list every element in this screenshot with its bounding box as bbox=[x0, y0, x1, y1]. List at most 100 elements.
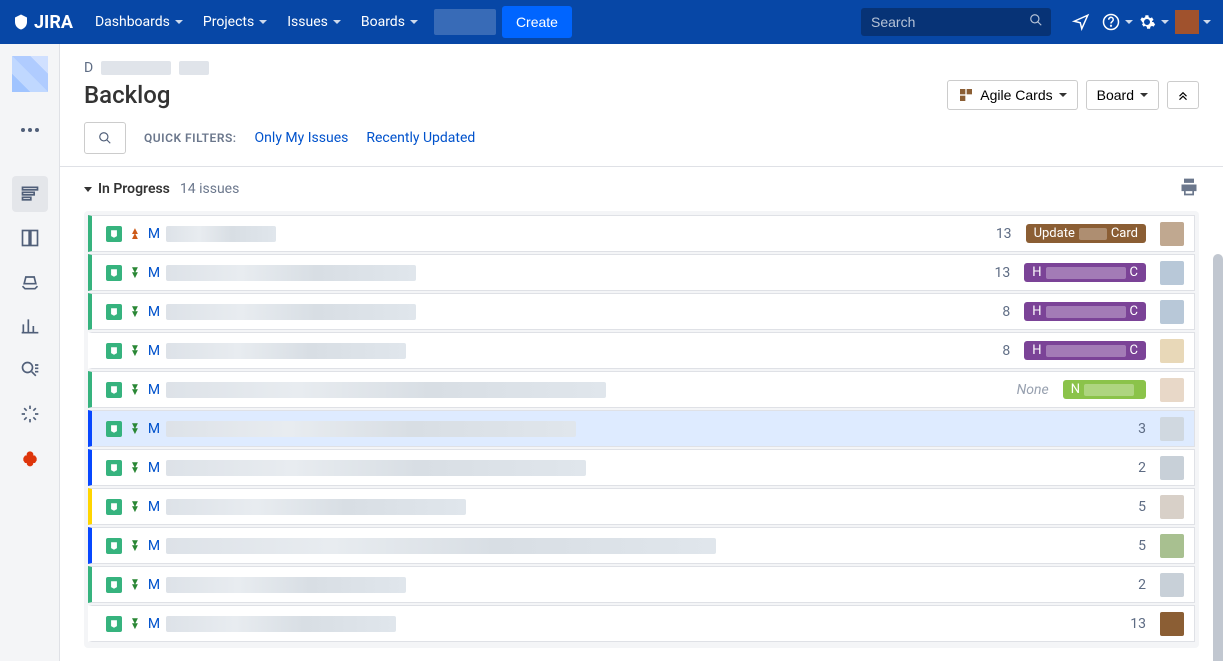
issue-type-icon bbox=[106, 421, 122, 437]
issue-row[interactable]: ▼▼ M 2 bbox=[88, 566, 1195, 603]
quick-filters-label: QUICK FILTERS: bbox=[144, 131, 237, 145]
caret-down-icon bbox=[410, 20, 418, 24]
issue-summary-blur bbox=[166, 382, 606, 398]
nav-boards[interactable]: Boards bbox=[351, 0, 428, 44]
nav-projects[interactable]: Projects bbox=[193, 0, 277, 44]
epic-badge[interactable]: HC bbox=[1024, 302, 1146, 321]
caret-down-icon bbox=[1140, 93, 1148, 97]
issue-row[interactable]: ▲▲ M 13 UpdateCard bbox=[88, 215, 1195, 252]
rail-backlog-icon[interactable] bbox=[12, 176, 48, 212]
help-icon[interactable] bbox=[1101, 6, 1133, 38]
issue-summary-blur bbox=[166, 343, 406, 359]
story-points: 8 bbox=[980, 343, 1010, 359]
filter-only-my-issues[interactable]: Only My Issues bbox=[255, 130, 349, 146]
story-points: 2 bbox=[1116, 460, 1146, 476]
issue-row[interactable]: ▼▼ M 5 bbox=[88, 488, 1195, 525]
issue-row[interactable]: ▼▼ M 13 HC bbox=[88, 254, 1195, 291]
issue-row[interactable]: ▼▼ M None N bbox=[88, 371, 1195, 408]
assignee-avatar[interactable] bbox=[1160, 378, 1184, 402]
assignee-avatar[interactable] bbox=[1160, 612, 1184, 636]
nav-issues[interactable]: Issues bbox=[277, 0, 351, 44]
assignee-avatar[interactable] bbox=[1160, 495, 1184, 519]
breadcrumb-first: D bbox=[84, 60, 93, 76]
caret-down-icon bbox=[1059, 93, 1067, 97]
rail-more-icon[interactable] bbox=[12, 112, 48, 148]
assignee-avatar[interactable] bbox=[1160, 222, 1184, 246]
issue-row[interactable]: ▼▼ M 2 bbox=[88, 449, 1195, 486]
page-header: D Backlog Agile Cards Board QUICK FILTER… bbox=[60, 44, 1223, 167]
assignee-avatar[interactable] bbox=[1160, 300, 1184, 324]
issue-type-icon bbox=[106, 226, 122, 242]
caret-down-icon bbox=[333, 20, 341, 24]
issue-row[interactable]: ▼▼ M 5 bbox=[88, 527, 1195, 564]
jira-logo[interactable]: JIRA bbox=[12, 12, 73, 33]
nav-dashboards[interactable]: Dashboards bbox=[85, 0, 193, 44]
breadcrumb: D bbox=[84, 60, 1199, 76]
caret-down-icon bbox=[175, 20, 183, 24]
issue-type-icon bbox=[106, 343, 122, 359]
issue-row[interactable]: ▼▼ M 13 bbox=[88, 605, 1195, 642]
story-points: 13 bbox=[982, 226, 1012, 242]
issue-summary-blur bbox=[166, 304, 416, 320]
issue-key: M bbox=[148, 382, 160, 398]
scrollbar[interactable] bbox=[1213, 254, 1223, 661]
rail-bug-icon[interactable] bbox=[12, 440, 48, 476]
issue-row[interactable]: ▼▼ M 8 HC bbox=[88, 332, 1195, 369]
rail-board-icon[interactable] bbox=[12, 220, 48, 256]
filter-row: QUICK FILTERS: Only My Issues Recently U… bbox=[84, 110, 1199, 166]
search-icon bbox=[1029, 13, 1043, 31]
top-nav: JIRA Dashboards Projects Issues Boards C… bbox=[0, 0, 1223, 44]
print-icon[interactable] bbox=[1179, 177, 1199, 201]
issue-list: ▲▲ M 13 UpdateCard ▼▼ M 13 HC ▼▼ M 8 HC … bbox=[84, 211, 1199, 648]
issue-key: M bbox=[148, 226, 160, 242]
story-points: 13 bbox=[980, 265, 1010, 281]
story-points: 3 bbox=[1116, 421, 1146, 437]
issue-summary-blur bbox=[166, 538, 716, 554]
epic-badge[interactable]: UpdateCard bbox=[1026, 224, 1146, 243]
assignee-avatar[interactable] bbox=[1160, 261, 1184, 285]
rail-addon-icon[interactable] bbox=[12, 396, 48, 432]
issue-type-icon bbox=[106, 616, 122, 632]
issue-row[interactable]: ▼▼ M 8 HC bbox=[88, 293, 1195, 330]
issue-summary-blur bbox=[166, 460, 586, 476]
create-button[interactable]: Create bbox=[502, 6, 572, 38]
issue-key: M bbox=[148, 460, 160, 476]
assignee-avatar[interactable] bbox=[1160, 339, 1184, 363]
issue-type-icon bbox=[106, 382, 122, 398]
assignee-avatar[interactable] bbox=[1160, 573, 1184, 597]
search-input[interactable] bbox=[861, 8, 1051, 36]
issue-type-icon bbox=[106, 538, 122, 554]
rail-reports-icon[interactable] bbox=[12, 308, 48, 344]
page-title: Backlog bbox=[84, 81, 939, 109]
section-header: In Progress 14 issues bbox=[84, 177, 1199, 201]
assignee-avatar[interactable] bbox=[1160, 417, 1184, 441]
board-dropdown-button[interactable]: Board bbox=[1086, 80, 1159, 110]
issue-key: M bbox=[148, 265, 160, 281]
epic-badge[interactable]: HC bbox=[1024, 341, 1146, 360]
issue-key: M bbox=[148, 304, 160, 320]
filter-recently-updated[interactable]: Recently Updated bbox=[366, 130, 475, 146]
rail-ship-icon[interactable] bbox=[12, 264, 48, 300]
assignee-avatar[interactable] bbox=[1160, 534, 1184, 558]
issue-type-icon bbox=[106, 265, 122, 281]
filter-search-button[interactable] bbox=[84, 122, 126, 154]
nav-blurred-item[interactable] bbox=[434, 9, 496, 35]
chevron-down-icon[interactable] bbox=[84, 187, 92, 192]
caret-down-icon bbox=[1161, 20, 1169, 24]
epic-badge[interactable]: N bbox=[1063, 380, 1146, 399]
section-title: In Progress bbox=[98, 181, 170, 197]
agile-cards-button[interactable]: Agile Cards bbox=[947, 80, 1077, 110]
assignee-avatar[interactable] bbox=[1160, 456, 1184, 480]
brand-text: JIRA bbox=[34, 12, 73, 33]
caret-down-icon bbox=[1203, 20, 1211, 24]
rail-search-issues-icon[interactable] bbox=[12, 352, 48, 388]
issue-summary-blur bbox=[166, 265, 416, 281]
user-avatar[interactable] bbox=[1175, 10, 1199, 34]
issue-row[interactable]: ▼▼ M 3 bbox=[88, 410, 1195, 447]
epic-badge[interactable]: HC bbox=[1024, 263, 1146, 282]
settings-icon[interactable] bbox=[1137, 6, 1169, 38]
feedback-icon[interactable] bbox=[1065, 6, 1097, 38]
project-avatar[interactable] bbox=[12, 56, 48, 92]
collapse-button[interactable] bbox=[1167, 81, 1199, 109]
issue-type-icon bbox=[106, 499, 122, 515]
